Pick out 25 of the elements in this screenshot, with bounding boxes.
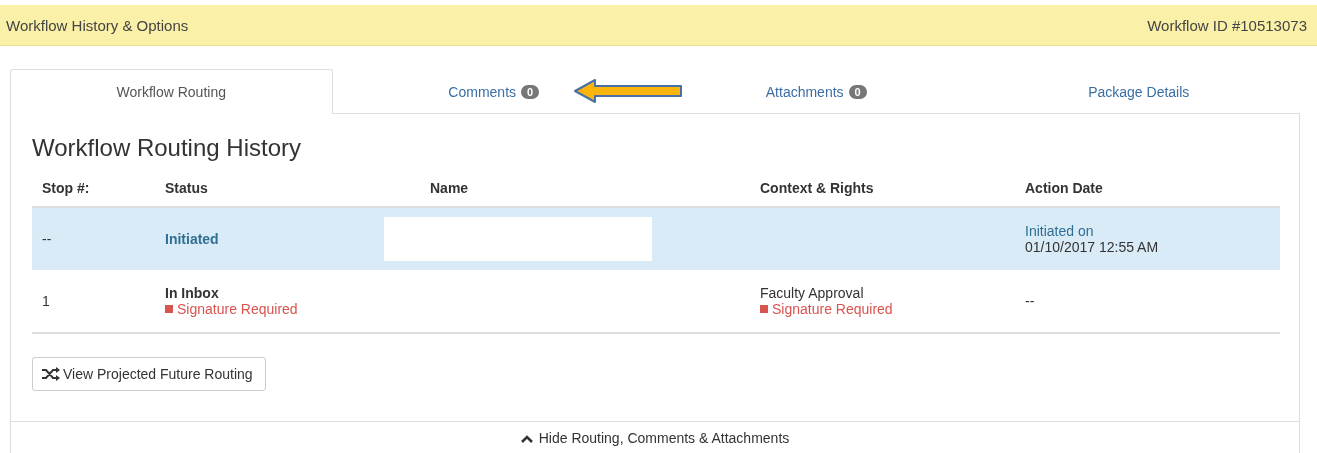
action-date: -- (1025, 293, 1036, 309)
tab[interactable]: Comments 0 (443, 69, 545, 114)
chevron-up-icon (520, 433, 533, 443)
section-title: Workflow Routing History (32, 134, 302, 162)
workflow-id: Workflow ID #10513073 (1147, 16, 1307, 34)
status-text: Initiated (165, 231, 220, 247)
status-note: Signature Required (177, 301, 298, 317)
context-text: Faculty Approval (760, 285, 865, 301)
status-square-icon (165, 305, 173, 313)
stop-number: 1 (42, 293, 50, 309)
tab[interactable]: Workflow Routing (10, 69, 333, 114)
panel-title: Workflow History & Options (6, 16, 189, 34)
tab[interactable]: Package Details (1083, 69, 1195, 114)
stop-number: -- (42, 231, 52, 247)
action-label: Initiated on (1025, 223, 1095, 239)
tab[interactable]: Attachments 0 (760, 69, 872, 114)
context-note: Signature Required (772, 301, 893, 317)
view-future-routing-button[interactable]: View Projected Future Routing (32, 357, 266, 391)
status-square-icon (760, 305, 768, 313)
action-date: 01/10/2017 12:55 AM (1025, 239, 1160, 255)
hide-routing-link[interactable]: Hide Routing, Comments & Attachments (520, 430, 790, 446)
shuffle-icon (41, 367, 61, 381)
count-badge: 0 (848, 84, 867, 99)
status-text: In Inbox (165, 285, 220, 301)
count-badge: 0 (521, 84, 540, 99)
